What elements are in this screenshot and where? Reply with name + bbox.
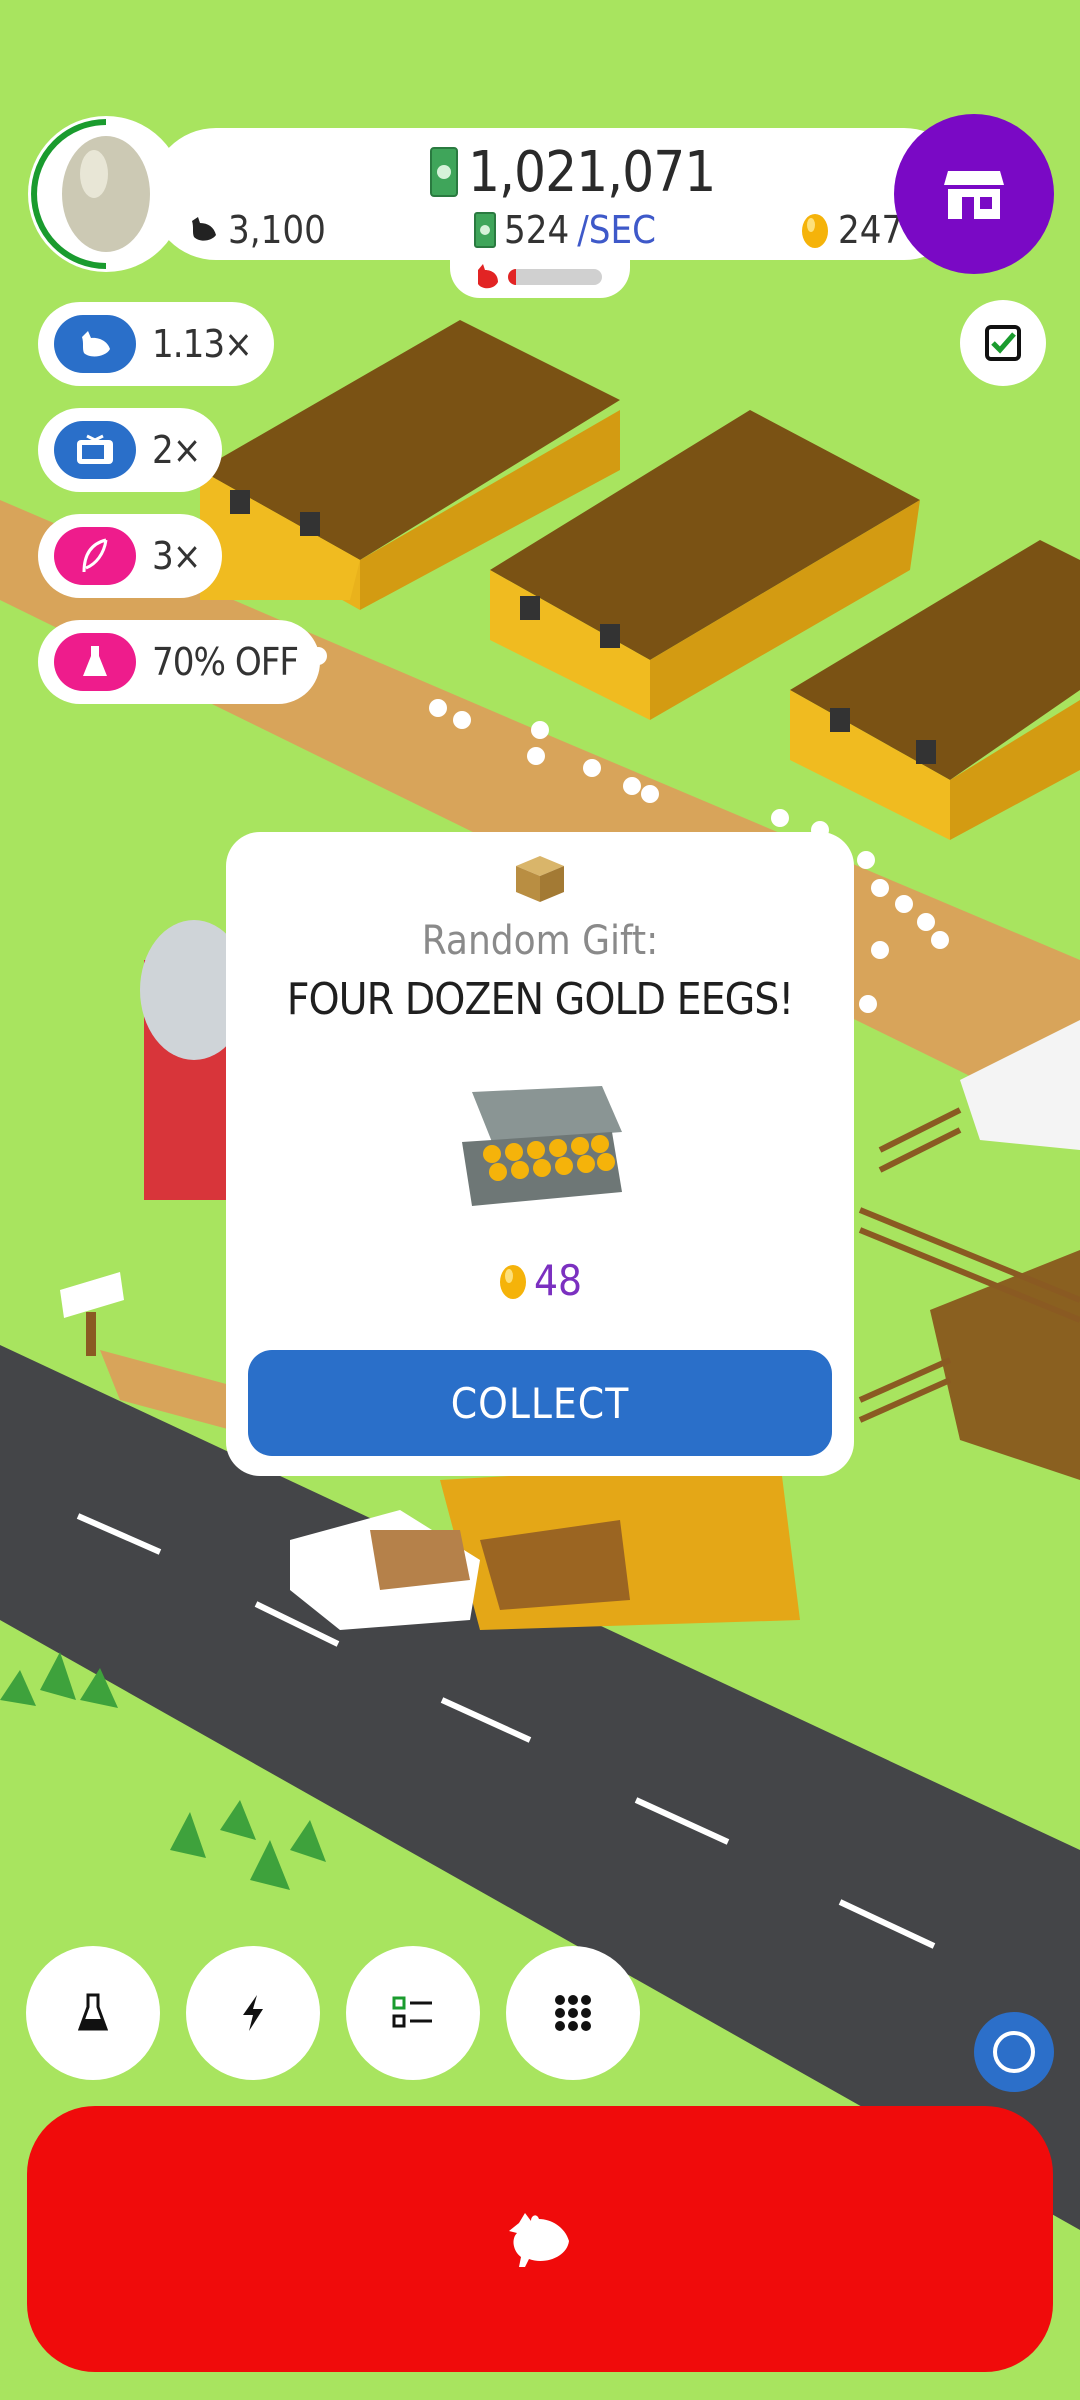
- flask-icon: [54, 633, 136, 691]
- grid-icon: [555, 1995, 591, 2031]
- cash-icon: [430, 147, 458, 197]
- gift-title: Random Gift:: [421, 918, 659, 964]
- boost-chicken-pill[interactable]: 1.13×: [38, 302, 274, 386]
- money-display: 1,021,071: [430, 139, 716, 205]
- flask-icon: [78, 1993, 108, 2031]
- shop-button[interactable]: [894, 114, 1054, 274]
- boost-label: 1.13×: [152, 322, 253, 366]
- boost-research-pill[interactable]: 70% OFF: [38, 620, 321, 704]
- assistant-button[interactable]: [974, 2012, 1054, 2092]
- gift-amount-value: 48: [533, 1256, 583, 1305]
- boost-feather-pill[interactable]: 3×: [38, 514, 223, 598]
- income-rate: 524/SEC: [474, 208, 656, 252]
- income-rate-unit: /SEC: [577, 208, 656, 252]
- cash-icon: [474, 212, 496, 248]
- boost-label: 2×: [152, 428, 201, 472]
- checklist-icon: [392, 1996, 432, 2028]
- boost-label: 70% OFF: [152, 640, 299, 684]
- golden-egg-icon: [499, 1264, 526, 1299]
- chicken-icon: [192, 217, 216, 241]
- chicken-icon: [54, 315, 136, 373]
- shop-icon: [944, 171, 1004, 219]
- boost-tv-pill[interactable]: 2×: [38, 408, 223, 492]
- gift-amount: 48: [226, 1256, 854, 1305]
- golden-egg-value: 247: [838, 208, 904, 252]
- lightning-icon: [243, 1995, 263, 2031]
- missions-button[interactable]: [346, 1946, 480, 2080]
- tv-icon: [54, 421, 136, 479]
- boost-label: 3×: [152, 534, 201, 578]
- golden-egg-count: 247: [800, 208, 903, 252]
- chicken-count: 3,100: [186, 208, 326, 252]
- feather-icon: [54, 527, 136, 585]
- egg-progress-ring: [31, 119, 107, 269]
- random-gift-dialog: Random Gift: FOUR DOZEN GOLD EEGS! 48 CO…: [226, 832, 854, 1476]
- menu-button[interactable]: [506, 1946, 640, 2080]
- income-rate-value: 524: [504, 208, 570, 252]
- checklist-toggle-button[interactable]: [960, 300, 1046, 386]
- hatch-chicken-button[interactable]: [27, 2106, 1053, 2372]
- gift-reward-text: FOUR DOZEN GOLD EEGS!: [286, 974, 795, 1025]
- red-chicken-icon: [478, 264, 498, 289]
- hatchery-progress-bar: [508, 269, 602, 285]
- chicken-count-value: 3,100: [228, 208, 326, 252]
- circle-icon: [993, 2031, 1035, 2073]
- egg-carton-icon: [462, 1086, 622, 1206]
- boosts-button[interactable]: [186, 1946, 320, 2080]
- checkbox-icon: [985, 325, 1021, 361]
- golden-egg-icon: [802, 214, 828, 248]
- research-button[interactable]: [26, 1946, 160, 2080]
- chicken-icon: [509, 2213, 569, 2267]
- money-value: 1,021,071: [468, 139, 716, 205]
- collect-button[interactable]: COLLECT: [248, 1350, 832, 1456]
- gift-box-icon: [516, 856, 564, 902]
